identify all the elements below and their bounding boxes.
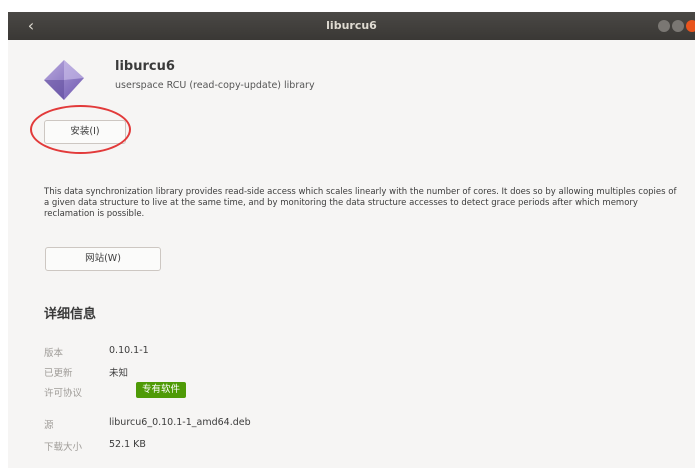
app-description: This data synchronization library provid… [44,187,677,219]
license-badge[interactable]: 专有软件 [136,382,187,398]
website-button[interactable]: 网站(W) [45,247,161,271]
title-bar: ‹ liburcu6 [8,12,695,40]
source-value: liburcu6_0.10.1-1_amd64.deb [109,417,251,428]
license-label: 许可协议 [44,388,83,399]
updated-value: 未知 [109,368,129,379]
version-label: 版本 [44,348,64,359]
download-size-label: 下载大小 [44,442,83,453]
version-value: 0.10.1-1 [109,345,149,356]
maximize-button[interactable] [672,20,684,32]
app-summary: userspace RCU (read-copy-update) library [115,80,315,91]
download-size-value: 52.1 KB [109,439,146,450]
close-button[interactable] [686,20,695,32]
install-button[interactable]: 安装(I) [44,120,126,144]
package-diamond-icon [44,60,84,100]
details-heading: 详细信息 [44,307,97,322]
window-title: liburcu6 [326,19,377,32]
updated-label: 已更新 [44,368,73,379]
source-label: 源 [44,420,54,431]
app-name: liburcu6 [115,59,175,74]
software-details-window: ‹ liburcu6 liburcu6 userspace RCU (read-… [8,12,695,468]
minimize-button[interactable] [658,20,670,32]
